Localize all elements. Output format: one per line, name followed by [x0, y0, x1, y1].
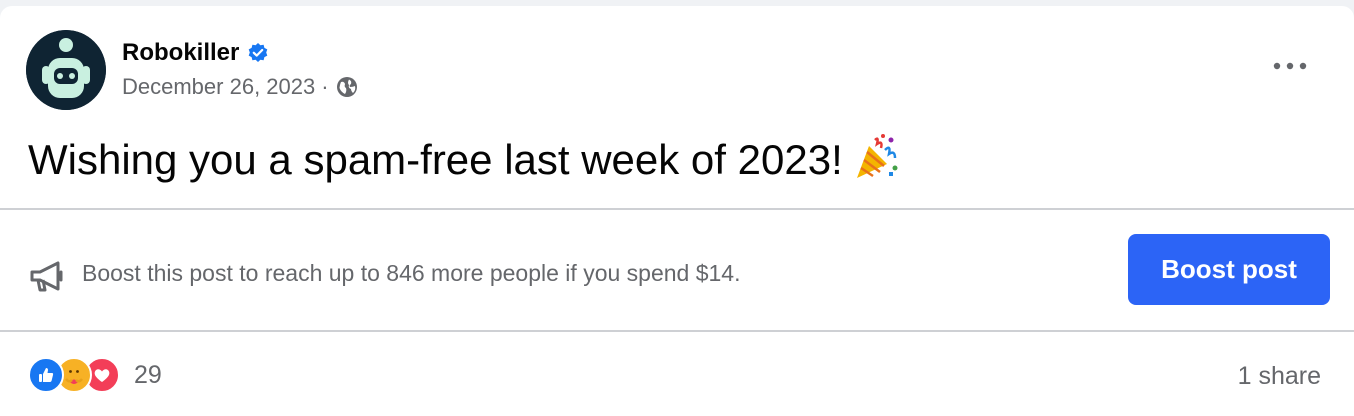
reaction-count: 29 — [134, 360, 162, 389]
boost-post-button[interactable]: Boost post — [1128, 234, 1330, 305]
author-name[interactable]: Robokiller — [122, 39, 239, 67]
robot-logo-icon — [26, 30, 106, 110]
date-row: December 26, 2023 · — [122, 70, 359, 104]
more-options-icon — [1273, 62, 1307, 70]
party-popper-icon — [851, 132, 901, 182]
boost-message: Boost this post to reach up to 846 more … — [82, 260, 741, 286]
post-header: Robokiller December 26, 2023 · — [26, 30, 359, 110]
reactions-summary[interactable]: 29 — [28, 356, 162, 394]
boost-banner: Boost this post to reach up to 846 more … — [0, 212, 1354, 328]
avatar[interactable] — [26, 30, 106, 110]
post-text: Wishing you a spam-free last week of 202… — [28, 136, 843, 183]
megaphone-icon — [28, 260, 68, 294]
post-date[interactable]: December 26, 2023 — [122, 74, 315, 100]
post-message: Wishing you a spam-free last week of 202… — [28, 132, 901, 184]
like-icon — [28, 357, 64, 393]
author-row: Robokiller — [122, 36, 359, 70]
divider-top — [0, 208, 1354, 210]
post-meta: Robokiller December 26, 2023 · — [122, 36, 359, 104]
share-count[interactable]: 1 share — [1238, 362, 1321, 391]
post-card: Robokiller December 26, 2023 · Wishing y… — [0, 6, 1354, 416]
engagement-bar: 29 1 share — [0, 330, 1354, 416]
verified-badge-icon — [247, 42, 269, 64]
globe-icon[interactable] — [335, 75, 359, 99]
more-options-button[interactable] — [1268, 50, 1312, 82]
date-separator: · — [321, 74, 329, 99]
